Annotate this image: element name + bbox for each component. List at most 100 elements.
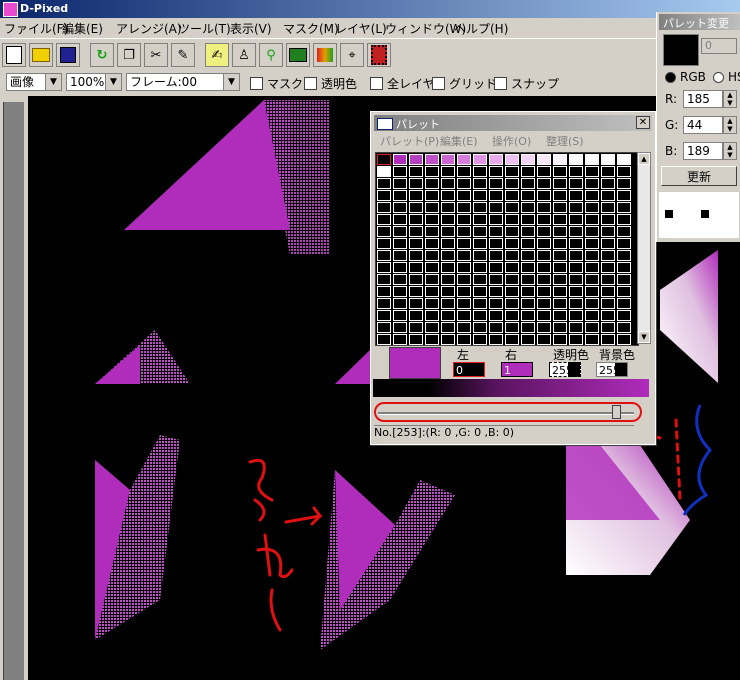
palette-swatch[interactable] <box>505 262 519 273</box>
palette-swatch[interactable] <box>569 334 583 345</box>
hsv-radio[interactable]: HS <box>713 70 740 84</box>
palette-swatch[interactable] <box>489 238 503 249</box>
palette-swatch[interactable] <box>569 274 583 285</box>
palette-swatch[interactable] <box>409 190 423 201</box>
menu-mask[interactable]: マスク(M) <box>283 20 339 37</box>
open-folder-icon[interactable] <box>29 43 53 67</box>
palette-swatch[interactable] <box>441 250 455 261</box>
palette-swatch[interactable] <box>553 262 567 273</box>
palette-swatch[interactable] <box>585 226 599 237</box>
palette-swatch[interactable] <box>553 154 567 165</box>
scroll-up-icon[interactable]: ▲ <box>638 153 650 165</box>
palette-swatch[interactable] <box>457 190 471 201</box>
right-color-box[interactable]: 1 <box>501 362 533 377</box>
palette-swatch[interactable] <box>537 298 551 309</box>
palette-swatch[interactable] <box>441 154 455 165</box>
palette-grid[interactable] <box>375 152 639 346</box>
palette-swatch[interactable] <box>585 202 599 213</box>
palette-swatch[interactable] <box>377 310 391 321</box>
crosshair-icon[interactable]: ⌖ <box>340 43 364 67</box>
film-icon[interactable] <box>367 43 391 67</box>
palette-swatch[interactable] <box>473 166 487 177</box>
palette-swatch[interactable] <box>553 202 567 213</box>
palette-swatch[interactable] <box>457 214 471 225</box>
palette-swatch[interactable] <box>457 250 471 261</box>
palette-swatch[interactable] <box>489 286 503 297</box>
all-layers-checkbox[interactable]: 全レイヤ <box>370 75 435 92</box>
palette-swatch[interactable] <box>473 286 487 297</box>
palette-swatch[interactable] <box>409 166 423 177</box>
palette-swatch[interactable] <box>489 166 503 177</box>
palette-swatch[interactable] <box>441 178 455 189</box>
palette-swatch[interactable] <box>473 322 487 333</box>
palette-swatch[interactable] <box>393 262 407 273</box>
palette-swatch[interactable] <box>473 310 487 321</box>
palette-swatch[interactable] <box>505 226 519 237</box>
palette-swatch[interactable] <box>409 286 423 297</box>
palette-swatch[interactable] <box>505 154 519 165</box>
palette-swatch[interactable] <box>425 226 439 237</box>
palette-icon[interactable] <box>313 43 337 67</box>
palette-swatch[interactable] <box>393 310 407 321</box>
palette-swatch[interactable] <box>441 274 455 285</box>
palette-swatch[interactable] <box>441 166 455 177</box>
color-gradient-bar[interactable] <box>373 379 649 397</box>
palette-swatch[interactable] <box>409 202 423 213</box>
mode-select[interactable]: 画像 ▼ <box>6 73 62 91</box>
palette-title-bar[interactable]: パレット ✕ <box>374 115 652 131</box>
palette-swatch[interactable] <box>585 298 599 309</box>
palette-swatch[interactable] <box>521 298 535 309</box>
palette-swatch[interactable] <box>441 214 455 225</box>
palette-swatch[interactable] <box>617 250 631 261</box>
background-color-box[interactable]: 255 <box>596 362 628 377</box>
palette-swatch[interactable] <box>601 274 615 285</box>
palette-swatch[interactable] <box>569 178 583 189</box>
palette-slider[interactable] <box>374 401 649 425</box>
rgb-radio[interactable]: RGB <box>665 70 706 84</box>
palette-swatch[interactable] <box>521 166 535 177</box>
palette-swatch[interactable] <box>601 310 615 321</box>
palette-swatch[interactable] <box>473 190 487 201</box>
blue-stepper-icon[interactable]: ▲ ▼ <box>723 142 737 160</box>
palette-swatch[interactable] <box>425 274 439 285</box>
palette-swatch[interactable] <box>537 238 551 249</box>
palette-swatch[interactable] <box>441 334 455 345</box>
palette-swatch[interactable] <box>409 334 423 345</box>
blue-input[interactable]: 189 <box>683 142 723 160</box>
palette-swatch[interactable] <box>537 322 551 333</box>
palette-swatch[interactable] <box>425 298 439 309</box>
palette-swatch[interactable] <box>617 310 631 321</box>
palette-swatch[interactable] <box>601 262 615 273</box>
palette-swatch[interactable] <box>457 322 471 333</box>
palette-swatch[interactable] <box>601 214 615 225</box>
palette-swatch[interactable] <box>569 310 583 321</box>
new-file-icon[interactable] <box>2 43 26 67</box>
palette-swatch[interactable] <box>377 214 391 225</box>
palette-swatch[interactable] <box>617 202 631 213</box>
palette-swatch[interactable] <box>585 262 599 273</box>
palette-swatch[interactable] <box>489 274 503 285</box>
palette-swatch[interactable] <box>457 274 471 285</box>
palette-swatch[interactable] <box>569 202 583 213</box>
mask-checkbox[interactable]: マスク <box>250 75 303 92</box>
palette-swatch[interactable] <box>457 286 471 297</box>
palette-swatch[interactable] <box>537 226 551 237</box>
snap-checkbox[interactable]: スナップ <box>494 75 559 92</box>
zoom-icon[interactable]: ⚲ <box>259 43 283 67</box>
palette-swatch[interactable] <box>473 334 487 345</box>
palette-swatch[interactable] <box>377 286 391 297</box>
palette-swatch[interactable] <box>505 202 519 213</box>
palette-swatch[interactable] <box>617 214 631 225</box>
palette-swatch[interactable] <box>505 334 519 345</box>
walk-icon[interactable]: ♙ <box>232 43 256 67</box>
grid-checkbox[interactable]: グリッド <box>432 75 497 92</box>
palette-swatch[interactable] <box>425 262 439 273</box>
palette-swatch[interactable] <box>489 226 503 237</box>
palette-swatch[interactable] <box>521 214 535 225</box>
palette-swatch[interactable] <box>601 154 615 165</box>
palette-swatch[interactable] <box>601 166 615 177</box>
palette-swatch[interactable] <box>569 298 583 309</box>
palette-swatch[interactable] <box>393 202 407 213</box>
palette-swatch[interactable] <box>553 250 567 261</box>
palette-swatch[interactable] <box>425 310 439 321</box>
